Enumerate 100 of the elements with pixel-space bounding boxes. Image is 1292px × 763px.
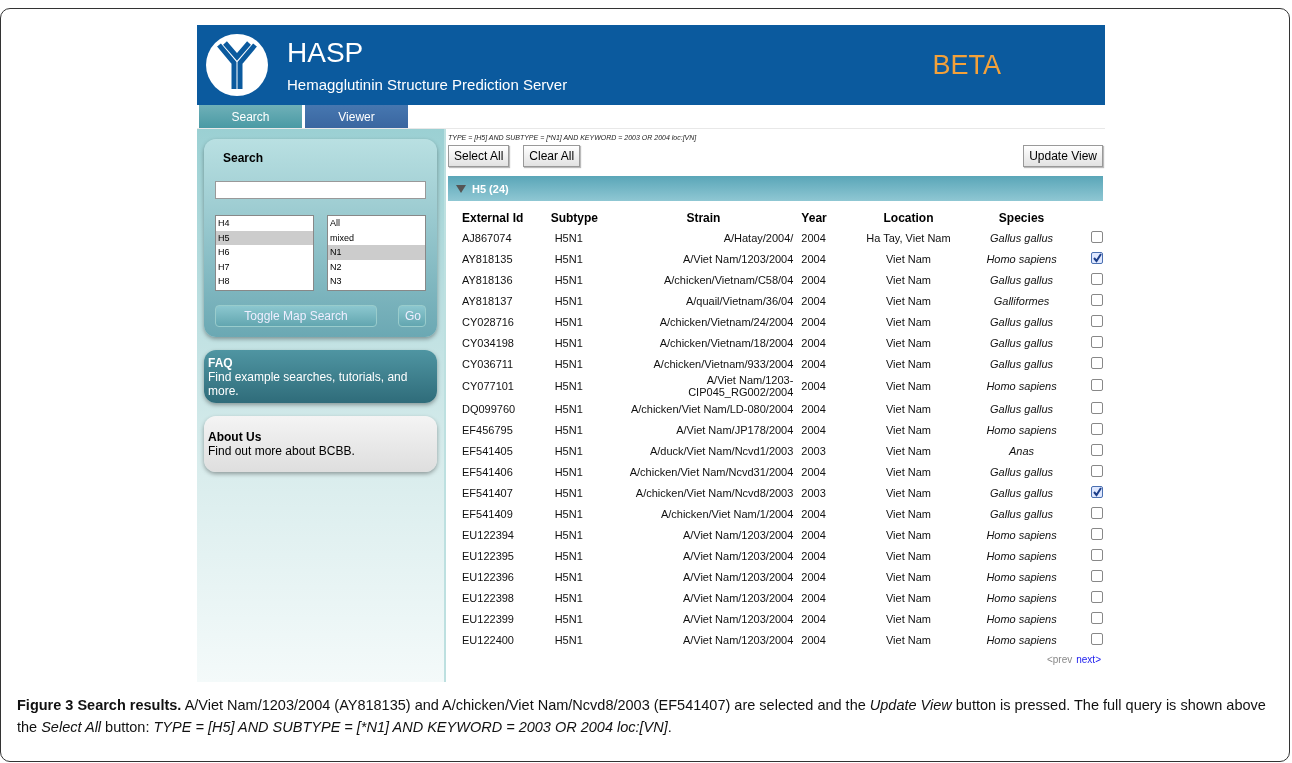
table-cell: EU122395 xyxy=(462,549,514,562)
column-header: Year xyxy=(800,210,828,227)
list-option[interactable]: N1 xyxy=(328,245,425,260)
table-cell: H5N1 xyxy=(554,380,583,392)
table-cell: 2004 xyxy=(801,402,826,415)
table-cell: H5N1 xyxy=(554,402,583,415)
table-cell-text: A/chicken/Vietnam/C58/04 xyxy=(662,273,794,286)
table-cell: Viet Nam xyxy=(885,336,931,349)
table-cell: H5N1 xyxy=(554,507,583,520)
table-cell-text: A/Viet Nam/1203/2004 xyxy=(681,252,794,265)
faq-card[interactable]: FAQ Find example searches, tutorials, and more. xyxy=(204,350,437,403)
table-cell: Homo sapiens xyxy=(986,549,1057,562)
table-cell: 2004 xyxy=(801,465,826,478)
column-header: Subtype xyxy=(549,210,599,227)
table-cell: Gallus gallus xyxy=(990,465,1054,478)
table-cell: Viet Nam xyxy=(885,315,931,328)
list-option[interactable]: N3 xyxy=(328,274,425,289)
table-cell: 2004 xyxy=(801,273,826,286)
table-cell: Homo sapiens xyxy=(986,380,1057,392)
table-cell: H5N1 xyxy=(554,612,583,625)
list-option[interactable]: H7 xyxy=(216,259,313,274)
column-header: Strain xyxy=(685,210,722,227)
toolbar-button[interactable]: Select All xyxy=(448,145,510,167)
table-cell: Gallus gallus xyxy=(990,357,1054,370)
table-cell: Homo sapiens xyxy=(986,528,1057,541)
table-cell: Viet Nam xyxy=(885,357,931,370)
table-cell: Viet Nam xyxy=(885,465,931,478)
table-cell: Galliformes xyxy=(993,294,1050,307)
table-cell: EU122399 xyxy=(462,612,514,625)
table-cell-text: A/quail/Vietnam/36/04 xyxy=(684,294,794,307)
pager-link[interactable]: next> xyxy=(1076,654,1101,665)
table-cell: 2004 xyxy=(801,528,826,541)
table-cell: EU122398 xyxy=(462,591,514,604)
table-cell-text: A/Viet Nam/1203/2004 xyxy=(681,570,794,583)
table-cell: EF456795 xyxy=(462,423,513,436)
update-view-button[interactable]: Update View xyxy=(1023,145,1103,167)
table-cell: Viet Nam xyxy=(885,633,931,646)
table-cell: 2003 xyxy=(801,486,826,499)
table-cell: H5N1 xyxy=(554,252,583,265)
table-cell: CY036711 xyxy=(462,357,514,370)
column-header: Location xyxy=(882,210,935,227)
about-text: Find out more about BCBB. xyxy=(208,444,356,458)
table-cell: H5N1 xyxy=(554,336,583,349)
table-cell: H5N1 xyxy=(554,357,583,370)
table-cell: Viet Nam xyxy=(885,507,931,520)
table-cell: 2004 xyxy=(801,357,826,370)
list-option[interactable]: H4 xyxy=(216,216,313,231)
table-cell: Homo sapiens xyxy=(986,612,1057,625)
table-cell-text: A/duck/Viet Nam/Ncvd1/2003 xyxy=(648,444,794,457)
subtype-listbox[interactable]: All mixed N1 N2 N3 xyxy=(327,215,426,291)
table-cell: Homo sapiens xyxy=(986,633,1057,646)
table-cell: Viet Nam xyxy=(885,423,931,436)
site-subtitle: Hemagglutinin Structure Prediction Server xyxy=(287,75,569,93)
table-cell: Anas xyxy=(1009,444,1035,457)
table-cell: 2004 xyxy=(801,380,826,392)
table-cell: Viet Nam xyxy=(885,380,931,392)
table-cell: EU122394 xyxy=(462,528,514,541)
table-cell-text: A/Viet Nam/1203/2004 xyxy=(681,528,794,541)
table-cell: 2004 xyxy=(801,423,826,436)
table-cell: EU122400 xyxy=(462,633,514,646)
search-title: Search xyxy=(223,151,265,165)
table-cell: Viet Nam xyxy=(885,402,931,415)
toolbar-button[interactable]: Clear All xyxy=(523,145,581,167)
list-option[interactable]: H8 xyxy=(216,274,313,289)
list-option[interactable]: All xyxy=(328,216,425,231)
table-cell: Homo sapiens xyxy=(986,570,1057,583)
table-cell: H5N1 xyxy=(554,315,583,328)
table-cell: Viet Nam xyxy=(885,612,931,625)
table-cell-text: A/chicken/Viet Nam/Ncvd31/2004 xyxy=(628,465,794,478)
table-cell-text: A/Viet Nam/1203/2004 xyxy=(681,612,794,625)
nav-tab[interactable]: Viewer xyxy=(305,105,408,128)
table-cell: 2004 xyxy=(801,612,826,625)
table-cell: 2004 xyxy=(801,570,826,583)
list-option[interactable]: H6 xyxy=(216,245,313,260)
table-cell: H5N1 xyxy=(554,423,583,436)
table-cell: Viet Nam xyxy=(885,570,931,583)
table-cell: H5N1 xyxy=(554,570,583,583)
table-cell: Gallus gallus xyxy=(990,486,1054,499)
table-cell: 2004 xyxy=(801,231,826,244)
table-cell: Gallus gallus xyxy=(990,336,1054,349)
table-cell: 2004 xyxy=(801,315,826,328)
about-title: About Us xyxy=(208,430,263,444)
type-listbox[interactable]: H4 H5 H6 H7 H8 xyxy=(215,215,314,291)
table-cell: EU122396 xyxy=(462,570,514,583)
table-cell-text: A/Hatay/2004/ xyxy=(722,231,794,244)
list-option[interactable]: N2 xyxy=(328,259,425,274)
group-label: H5 (24) xyxy=(472,182,509,195)
table-cell: H5N1 xyxy=(554,591,583,604)
table-cell: Gallus gallus xyxy=(990,402,1054,415)
table-cell: Homo sapiens xyxy=(986,423,1057,436)
table-cell: 2004 xyxy=(801,549,826,562)
table-cell: EF541405 xyxy=(462,444,513,457)
list-option[interactable]: mixed xyxy=(328,230,425,245)
table-cell: Viet Nam xyxy=(885,486,931,499)
table-cell-text: A/chicken/Viet Nam/LD-080/2004 xyxy=(629,402,794,415)
about-card[interactable]: About Us Find out more about BCBB. xyxy=(204,416,437,472)
table-cell: EF541407 xyxy=(462,486,513,499)
list-option[interactable]: H5 xyxy=(216,230,313,245)
table-cell: 2003 xyxy=(801,444,826,457)
table-cell: Homo sapiens xyxy=(986,252,1057,265)
